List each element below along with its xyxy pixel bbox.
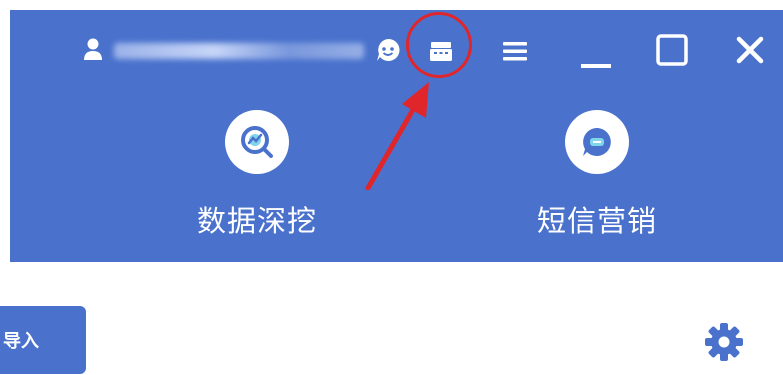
data-mining-icon: [225, 110, 289, 174]
chat-smiley-icon[interactable]: [374, 36, 402, 64]
feature-label: 数据深挖: [196, 204, 317, 238]
feature-data-mining[interactable]: 数据深挖: [177, 110, 337, 240]
import-button[interactable]: 导入: [0, 306, 86, 374]
sms-marketing-icon: [565, 110, 629, 174]
highlight-circle: [406, 12, 472, 78]
maximize-icon[interactable]: [654, 32, 690, 68]
gear-icon[interactable]: [704, 322, 744, 362]
user-icon[interactable]: [82, 36, 104, 62]
feature-label: 短信营销: [536, 204, 657, 238]
username-blurred: [114, 43, 364, 59]
close-icon[interactable]: [732, 32, 768, 68]
minimize-icon[interactable]: [578, 36, 614, 72]
annotation-arrow: [365, 82, 429, 190]
feature-sms-marketing[interactable]: 短信营销: [517, 110, 677, 240]
import-button-label: 导入: [3, 331, 39, 352]
menu-icon[interactable]: [500, 36, 530, 66]
